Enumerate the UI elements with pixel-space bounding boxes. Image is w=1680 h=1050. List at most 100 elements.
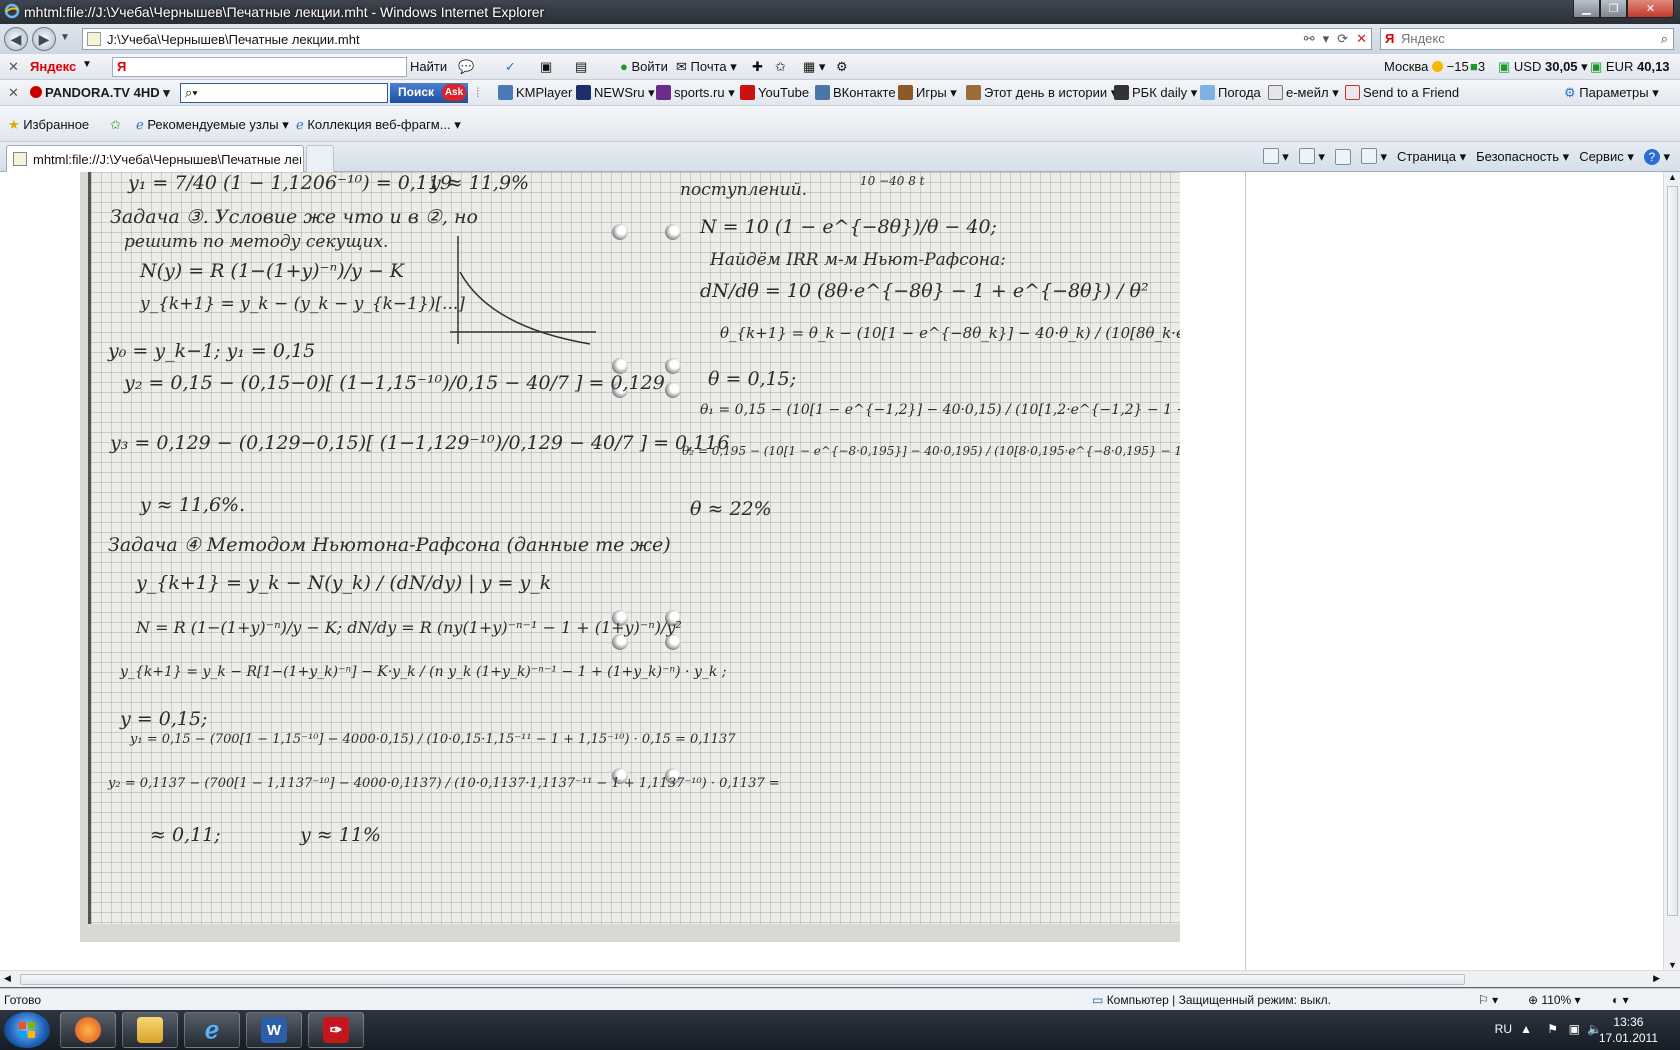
- tools-menu[interactable]: Сервис ▾: [1579, 149, 1634, 165]
- pandora-search-field[interactable]: ⌕▾: [180, 83, 388, 103]
- bookmark-sports[interactable]: sports.ru ▾: [656, 85, 735, 101]
- bookmark-kmplayer[interactable]: KMPlayer: [498, 85, 572, 100]
- translate-icon[interactable]: ▣: [540, 59, 552, 75]
- traffic-widget[interactable]: ■3: [1470, 59, 1485, 74]
- action-center-icon[interactable]: ⚑: [1547, 1022, 1558, 1036]
- bookmark-youtube[interactable]: YouTube: [740, 85, 809, 100]
- binder-hole: [665, 382, 681, 398]
- vertical-scrollbar[interactable]: ▲ ▼: [1663, 172, 1680, 970]
- horizontal-scrollbar[interactable]: ◀ ▶: [0, 970, 1680, 987]
- network-icon[interactable]: ▣: [1569, 1022, 1580, 1036]
- favorites-button[interactable]: ★ Избранное: [8, 117, 89, 133]
- search-input[interactable]: [1401, 31, 1641, 46]
- login-button[interactable]: ● Войти: [620, 59, 668, 74]
- forward-button[interactable]: ▶: [32, 27, 56, 51]
- mail-button[interactable]: ✉ Почта ▾: [676, 59, 737, 75]
- compat-status-icon[interactable]: ◐ ▾: [1612, 993, 1629, 1007]
- pandora-params-button[interactable]: ⚙ Параметры ▾: [1564, 85, 1659, 101]
- bookmark-send-friend[interactable]: Send to a Friend: [1345, 85, 1459, 100]
- suggested-sites[interactable]: ℯ Рекомендуемые узлы ▾: [136, 117, 289, 133]
- tab-active[interactable]: mhtml:file://J:\Учеба\Чернышев\Печатные …: [6, 145, 304, 172]
- stop-icon[interactable]: ✕: [1356, 31, 1367, 47]
- close-toolbar-icon[interactable]: ✕: [8, 85, 19, 101]
- pandora-search-button[interactable]: Поиск Ask: [390, 83, 468, 103]
- feeds-button[interactable]: ▾: [1298, 148, 1325, 165]
- screenshot-icon[interactable]: ▤: [575, 59, 587, 75]
- compatibility-icon[interactable]: ⚯: [1304, 31, 1315, 47]
- search-box[interactable]: Я ⌕: [1380, 28, 1674, 50]
- minimize-button[interactable]: ▁: [1573, 0, 1600, 18]
- home-button[interactable]: ▾: [1262, 148, 1289, 165]
- zoom-control[interactable]: ⊕ 110% ▾: [1528, 993, 1581, 1007]
- spellcheck-icon[interactable]: ✓: [505, 59, 516, 75]
- weather-widget[interactable]: −15: [1432, 59, 1469, 74]
- taskbar-word[interactable]: W: [246, 1012, 302, 1048]
- find-button[interactable]: Найти: [410, 59, 447, 74]
- security-zone[interactable]: ▭ Компьютер | Защищенный режим: выкл.: [1092, 993, 1331, 1007]
- yandex-services-icon[interactable]: ▦ ▾: [803, 59, 825, 75]
- system-clock[interactable]: 13:36 17.01.2011: [1599, 1014, 1658, 1046]
- help-button[interactable]: ? ▾: [1643, 148, 1670, 165]
- bookmark-history-day[interactable]: Этот день в истории ▾: [966, 85, 1117, 101]
- maximize-button[interactable]: ❐: [1600, 0, 1627, 18]
- weather-city[interactable]: Москва: [1384, 59, 1428, 74]
- horizontal-scroll-thumb[interactable]: [20, 974, 1465, 985]
- handwritten-line: y₃ = 0,129 − (0,129−0,15)[ (1−1,129⁻¹⁰)/…: [110, 432, 730, 454]
- new-tab-button[interactable]: [306, 145, 334, 172]
- close-toolbar-icon[interactable]: ✕: [8, 59, 19, 75]
- start-button[interactable]: [4, 1012, 50, 1048]
- bookmark-rbk[interactable]: РБК daily ▾: [1114, 85, 1197, 101]
- mail-button[interactable]: [1334, 148, 1351, 165]
- vertical-scroll-thumb[interactable]: [1667, 186, 1678, 916]
- scroll-right-icon[interactable]: ▶: [1653, 973, 1660, 984]
- search-icon[interactable]: ⌕: [1661, 31, 1668, 47]
- page-icon: [13, 152, 27, 166]
- address-dropdown-icon[interactable]: ▾: [1323, 31, 1330, 47]
- status-text: Готово: [4, 993, 42, 1007]
- favorites-star-icon[interactable]: ✩: [775, 59, 786, 75]
- close-window-button[interactable]: ✕: [1627, 0, 1674, 18]
- yandex-search-field[interactable]: Я: [112, 57, 407, 77]
- scroll-up-icon[interactable]: ▲: [1668, 172, 1677, 182]
- handwritten-line: y₂ = 0,1137 − (700[1 − 1,1137⁻¹⁰] − 4000…: [108, 776, 780, 791]
- yandex-menu-icon[interactable]: ▼: [82, 59, 92, 70]
- bookmark-label: Игры: [916, 85, 947, 100]
- usd-rate[interactable]: ▣ USD 30,05 ▾: [1498, 59, 1588, 75]
- popup-blocker-icon[interactable]: ⚐ ▾: [1478, 993, 1498, 1007]
- chat-icon[interactable]: 💬: [458, 59, 474, 75]
- favorites-label: Избранное: [23, 117, 90, 132]
- bookmark-weather[interactable]: Погода: [1200, 85, 1261, 100]
- bookmark-email[interactable]: е-мейл ▾: [1268, 85, 1339, 101]
- bookmark-label: РБК daily: [1132, 85, 1188, 100]
- bookmark-games[interactable]: Игры ▾: [898, 85, 957, 101]
- scroll-left-icon[interactable]: ◀: [4, 973, 11, 984]
- settings-gear-icon[interactable]: ⚙: [836, 59, 848, 75]
- safety-menu[interactable]: Безопасность ▾: [1476, 149, 1569, 165]
- taskbar-acrobat[interactable]: ✑: [308, 1012, 364, 1048]
- history-dropdown-icon[interactable]: ▼: [60, 32, 70, 43]
- taskbar-explorer[interactable]: [122, 1012, 178, 1048]
- language-indicator[interactable]: RU: [1495, 1022, 1512, 1036]
- scroll-down-icon[interactable]: ▼: [1668, 960, 1677, 970]
- page-menu[interactable]: Страница ▾: [1397, 149, 1466, 165]
- bookmark-newsru[interactable]: NEWSru ▾: [576, 85, 655, 101]
- add-favorite-icon[interactable]: ✩: [110, 117, 121, 133]
- tray-expand-icon[interactable]: ▲: [1520, 1022, 1532, 1036]
- refresh-icon[interactable]: ⟳: [1337, 31, 1348, 47]
- zoom-level: 110%: [1541, 993, 1572, 1007]
- pandora-brand[interactable]: PANDORA.TV 4HD ▾: [30, 85, 170, 101]
- bookmark-add-icon[interactable]: ✚: [752, 59, 763, 75]
- print-button[interactable]: ▾: [1360, 148, 1387, 165]
- back-button[interactable]: ◀: [4, 27, 28, 51]
- web-slice-gallery[interactable]: ℯ Коллекция веб-фрагм... ▾: [296, 117, 461, 133]
- address-field[interactable]: J:\Учеба\Чернышев\Печатные лекции.mht ⚯ …: [82, 28, 1372, 50]
- email-icon: [1268, 85, 1283, 100]
- handwritten-line: θ₁ = 0,15 − (10[1 − e^{−1,2}] − 40·0,15)…: [700, 402, 1180, 418]
- bookmark-vkontakte[interactable]: ВКонтакте: [815, 85, 896, 100]
- taskbar-firefox[interactable]: [60, 1012, 116, 1048]
- eur-rate[interactable]: ▣ EUR 40,13: [1590, 59, 1670, 75]
- address-url[interactable]: J:\Учеба\Чернышев\Печатные лекции.mht: [107, 32, 360, 47]
- yandex-brand[interactable]: Яндекс: [30, 59, 76, 74]
- taskbar-ie[interactable]: ℯ: [184, 1012, 240, 1048]
- content-divider: [1245, 172, 1246, 970]
